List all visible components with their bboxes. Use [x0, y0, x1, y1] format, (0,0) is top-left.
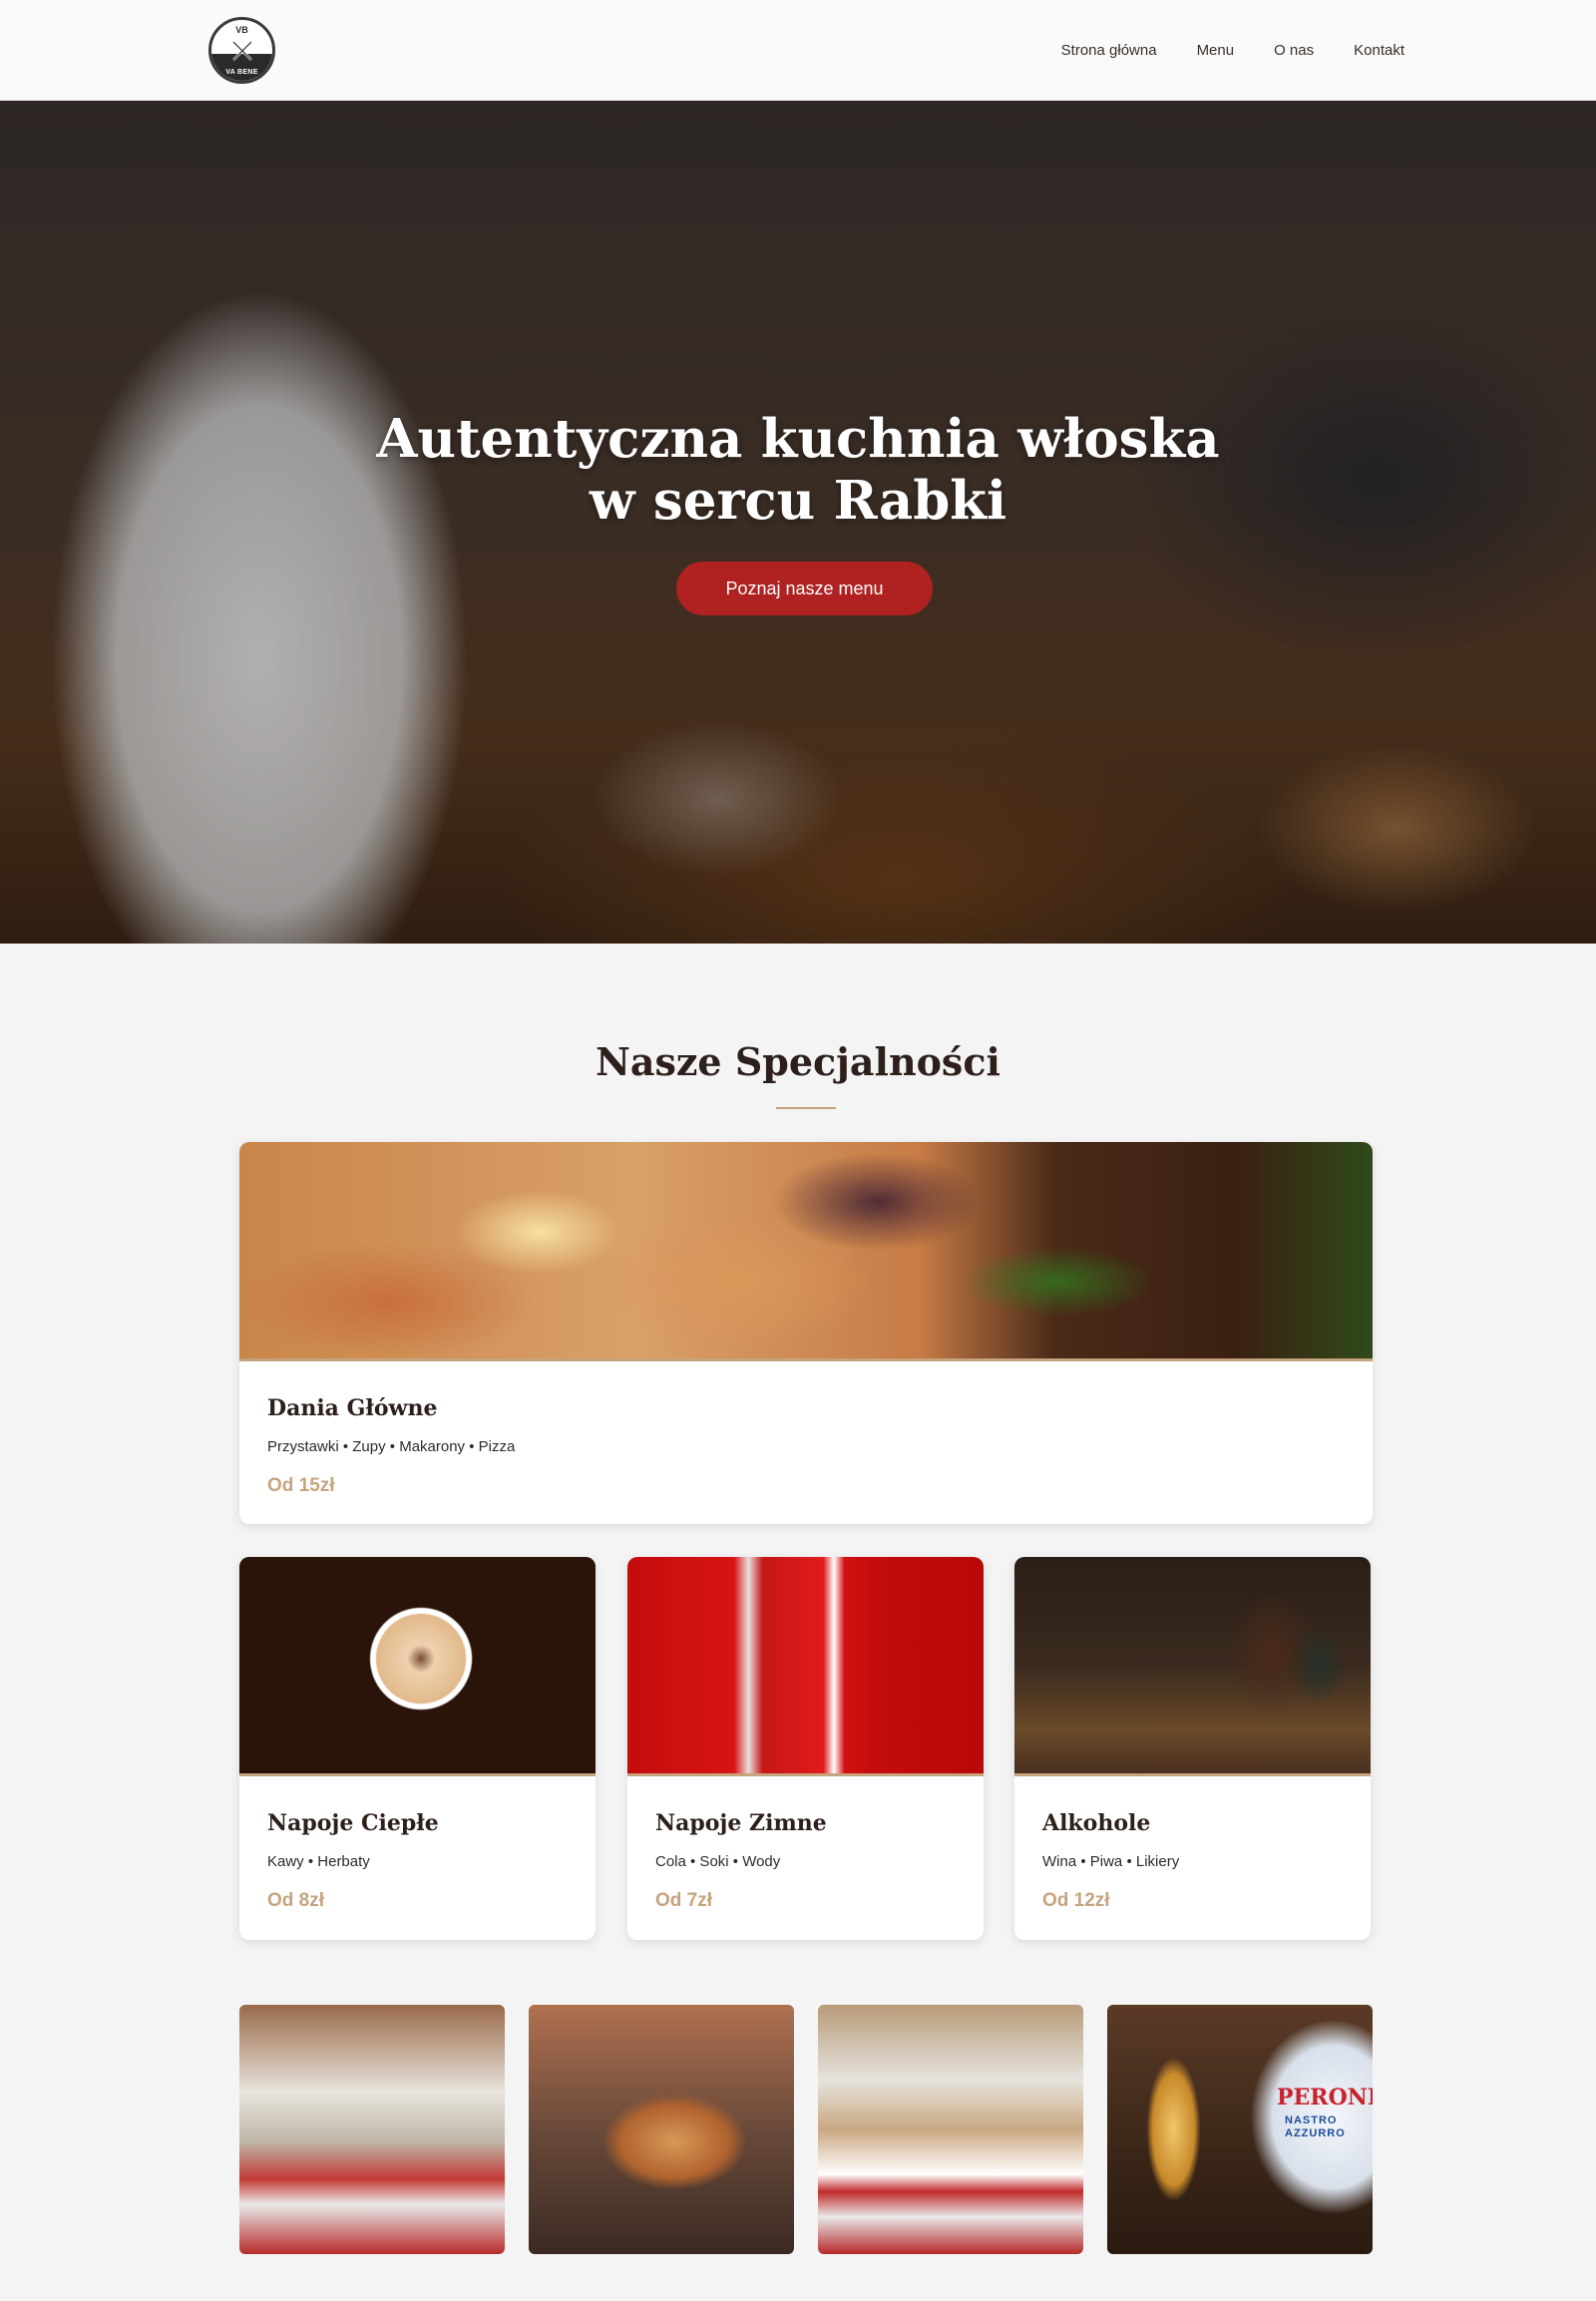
- nav-link-menu[interactable]: Menu: [1197, 42, 1235, 59]
- specials-title: Nasze Specjalności: [596, 1039, 1000, 1084]
- card-title: Dania Główne: [267, 1395, 438, 1421]
- title-divider: [776, 1107, 836, 1109]
- card-cold-drinks[interactable]: Napoje Zimne Cola • Soki • Wody Od 7zł: [627, 1557, 984, 1940]
- card-description: Kawy • Herbaty: [267, 1853, 370, 1870]
- nav-link-home[interactable]: Strona główna: [1061, 42, 1157, 59]
- card-alcohol[interactable]: Alkohole Wina • Piwa • Likiery Od 12zł: [1014, 1557, 1371, 1940]
- nav-link-contact[interactable]: Kontakt: [1354, 42, 1404, 59]
- coffee-image: [239, 1557, 596, 1776]
- hero-title: Autentyczna kuchnia włoska w sercu Rabki: [299, 408, 1297, 532]
- card-main-dishes[interactable]: Dania Główne Przystawki • Zupy • Makaron…: [239, 1142, 1373, 1524]
- card-title: Napoje Zimne: [655, 1810, 827, 1836]
- hero-title-line-1: Autentyczna kuchnia włoska: [376, 408, 1220, 470]
- beer-tap-brand: PERONI: [1277, 2085, 1373, 2110]
- card-hot-drinks[interactable]: Napoje Ciepłe Kawy • Herbaty Od 8zł: [239, 1557, 596, 1940]
- bar-bottles-image: [1014, 1557, 1371, 1776]
- card-description: Przystawki • Zupy • Makarony • Pizza: [267, 1438, 516, 1455]
- hero-title-line-2: w sercu Rabki: [589, 470, 1007, 532]
- crossed-fork-knife-icon: [232, 41, 252, 61]
- hero-content: Autentyczna kuchnia włoska w sercu Rabki…: [0, 101, 1596, 944]
- main-nav: Strona główna Menu O nas Kontakt: [1061, 0, 1404, 101]
- logo-name: VA BENE: [225, 69, 258, 76]
- gallery-photo-tables[interactable]: [818, 2005, 1083, 2254]
- beer-tap-subtitle: NASTRO AZZURRO: [1285, 2114, 1346, 2139]
- logo-initials: VB: [235, 25, 248, 35]
- hero-section: Autentyczna kuchnia włoska w sercu Rabki…: [0, 101, 1596, 944]
- gallery-photo-sandwich[interactable]: [529, 2005, 794, 2254]
- pizza-image: [239, 1142, 1373, 1361]
- card-description: Cola • Soki • Wody: [655, 1853, 781, 1870]
- cola-can-image: [627, 1557, 984, 1776]
- nav-link-about[interactable]: O nas: [1274, 42, 1314, 59]
- card-title: Alkohole: [1042, 1810, 1151, 1836]
- logo[interactable]: VB VA BENE: [208, 17, 275, 84]
- menu-cta-button[interactable]: Poznaj nasze menu: [676, 562, 933, 615]
- card-title: Napoje Ciepłe: [267, 1810, 439, 1836]
- card-price: Od 12zł: [1042, 1890, 1110, 1911]
- gallery-photo-beer-tap[interactable]: PERONI NASTRO AZZURRO: [1107, 2005, 1373, 2254]
- card-price: Od 15zł: [267, 1475, 335, 1496]
- card-description: Wina • Piwa • Likiery: [1042, 1853, 1180, 1870]
- card-price: Od 7zł: [655, 1890, 713, 1911]
- card-price: Od 8zł: [267, 1890, 325, 1911]
- navbar: VB VA BENE Strona główna Menu O nas Kont…: [0, 0, 1596, 101]
- gallery-photo-dining-room[interactable]: [239, 2005, 505, 2254]
